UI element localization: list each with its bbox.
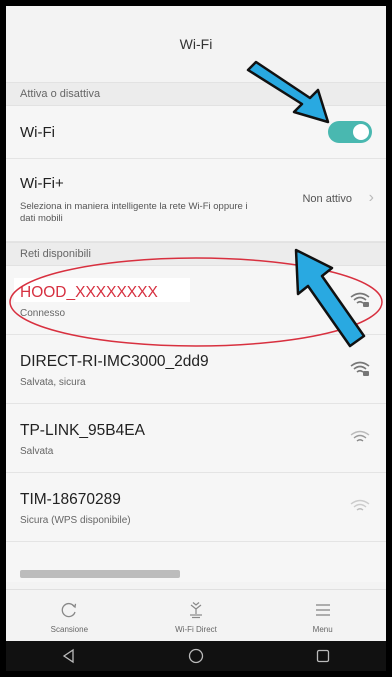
network-row-partial[interactable] [6, 542, 386, 582]
menu-icon [312, 599, 334, 621]
section-header-networks: Reti disponibili [6, 242, 386, 266]
wifi-direct-button[interactable]: Wi-Fi Direct [133, 590, 260, 642]
menu-label: Menu [312, 624, 333, 634]
refresh-icon [58, 599, 80, 621]
wifi-toggle-label: Wi-Fi [20, 123, 55, 141]
network-status: Salvata [20, 446, 54, 457]
wifi-plus-description: Seleziona in maniera intelligente la ret… [20, 201, 248, 224]
back-icon[interactable] [54, 644, 84, 668]
network-name: DIRECT-RI-IMC3000_2dd9 [20, 353, 209, 370]
wifi-direct-icon [185, 599, 207, 621]
network-row[interactable]: DIRECT-RI-IMC3000_2dd9 Salvata, sicura [6, 335, 386, 404]
section-label: Attiva o disattiva [20, 88, 101, 100]
scan-label: Scansione [50, 624, 89, 634]
wifi-plus-row[interactable]: Wi-Fi+ Seleziona in maniera intelligente… [6, 159, 386, 242]
network-status: Salvata, sicura [20, 377, 86, 388]
network-name: TIM-18670289 [20, 491, 121, 508]
recents-icon[interactable] [308, 644, 338, 668]
network-name: TP-LINK_95B4EA [20, 422, 145, 439]
system-nav-bar [6, 641, 386, 671]
network-status: Connesso [20, 308, 66, 319]
wifi-toggle-row[interactable]: Wi-Fi [6, 106, 386, 159]
menu-button[interactable]: Menu [259, 590, 386, 642]
network-row[interactable]: TP-LINK_95B4EA Salvata [6, 404, 386, 473]
wifi-signal-icon [350, 292, 370, 307]
network-row[interactable]: TIM-18670289 Sicura (WPS disponibile) [6, 473, 386, 542]
chevron-right-icon: › [368, 189, 374, 206]
wifi-direct-label: Wi-Fi Direct [175, 624, 217, 634]
section-header-toggle: Attiva o disattiva [6, 82, 386, 106]
wifi-signal-icon [350, 430, 370, 442]
bottom-action-bar: Scansione Wi-Fi Direct Menu [6, 589, 386, 642]
home-icon[interactable] [181, 644, 211, 668]
toggle-knob [353, 124, 369, 140]
wifi-toggle-switch[interactable] [328, 121, 372, 143]
wifi-signal-icon [350, 361, 370, 376]
page-title: Wi-Fi [179, 36, 213, 52]
wifi-signal-icon [350, 499, 370, 511]
phone-screen: Wi-Fi Attiva o disattiva Wi-Fi Wi-Fi+ Se… [6, 6, 386, 671]
network-status: Sicura (WPS disponibile) [20, 515, 131, 526]
section-label: Reti disponibili [20, 248, 91, 260]
network-row-connected[interactable]: HOOD_XXXXXXXX Connesso [6, 266, 386, 335]
network-name: HOOD_XXXXXXXX [20, 284, 158, 301]
app-header: Wi-Fi [6, 6, 386, 82]
cut-off-network-name [20, 570, 180, 578]
wifi-plus-status: Non attivo [302, 193, 352, 205]
wifi-plus-title: Wi-Fi+ [20, 175, 64, 192]
scan-button[interactable]: Scansione [6, 590, 133, 642]
